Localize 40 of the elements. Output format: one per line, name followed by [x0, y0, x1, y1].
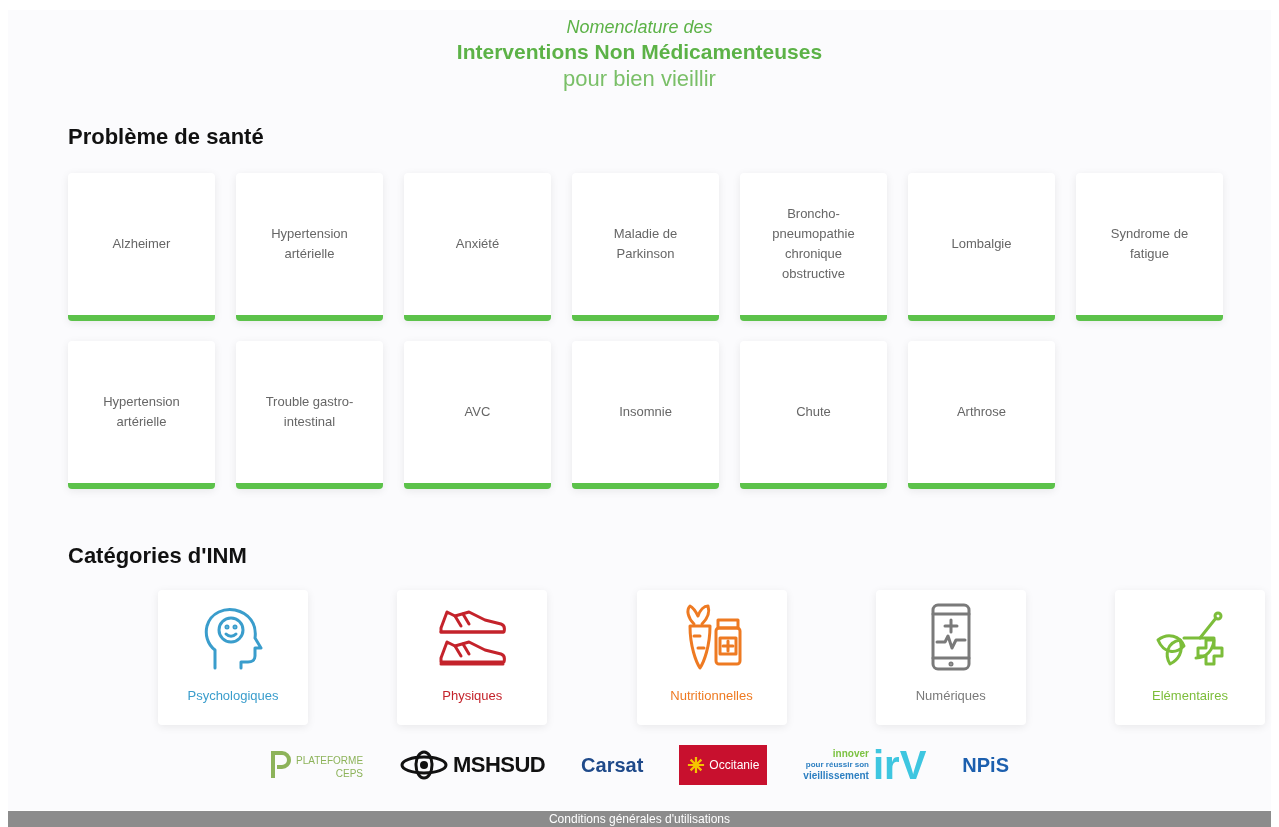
category-card[interactable]: Numériques: [875, 590, 1026, 726]
health-problem-card[interactable]: Hypertension artérielle: [68, 341, 215, 490]
category-label: Nutritionnelles: [670, 686, 753, 705]
terms-link[interactable]: Conditions générales d'utilisations: [548, 811, 731, 827]
logo-text: innover: [832, 747, 869, 761]
category-label: Psychologiques: [187, 686, 279, 705]
logo-text: irV: [872, 745, 927, 786]
logo-text: Carsat: [581, 755, 644, 776]
category-label: Physiques: [442, 686, 503, 705]
site-title: Interventions Non Médicamenteuses: [456, 38, 823, 65]
logo-text: vieillissement: [803, 770, 869, 783]
health-problem-card[interactable]: AVC: [404, 341, 551, 490]
logo-mark-icon: [270, 750, 292, 781]
logo-text: NPiS: [962, 755, 1009, 776]
health-problem-card[interactable]: Hypertension artérielle: [236, 173, 383, 322]
subtitle: Nomenclature des: [566, 16, 713, 39]
health-problem-card[interactable]: Broncho-pneumopathie chronique obstructive: [740, 173, 887, 322]
logo-text: CEPS: [335, 767, 364, 781]
category-card[interactable]: Psychologiques: [158, 590, 308, 726]
logo-text: Occitanie: [709, 757, 760, 775]
health-problem-card[interactable]: Arthrose: [908, 341, 1055, 490]
logo-text: PLATEFORME: [296, 755, 364, 768]
logo-text: MSHSUD: [453, 754, 546, 777]
health-problem-card[interactable]: Lombalgie: [908, 173, 1055, 322]
category-label: Elémentaires: [1152, 686, 1228, 705]
health-problem-card[interactable]: Anxiété: [404, 173, 551, 322]
health-problem-card[interactable]: Maladie de Parkinson: [572, 173, 719, 322]
health-problem-card[interactable]: Insomnie: [572, 341, 719, 490]
category-label: Numériques: [915, 686, 986, 705]
atom-figure-icon: [399, 750, 450, 781]
health-problem-card[interactable]: Syndrome de fatigue: [1076, 173, 1223, 322]
section-heading: Catégories d'INM: [68, 542, 248, 571]
cross-emblem-icon: [687, 755, 706, 776]
health-problem-card[interactable]: Chute: [740, 341, 887, 490]
tagline: pour bien vieillir: [563, 64, 716, 93]
category-card[interactable]: Physiques: [397, 590, 548, 726]
health-problem-card[interactable]: Alzheimer: [68, 173, 215, 322]
section-heading: Problème de santé: [68, 123, 265, 152]
health-problem-card[interactable]: Trouble gastro-intestinal: [236, 341, 383, 490]
logo-text: pour réussir son: [805, 760, 869, 771]
